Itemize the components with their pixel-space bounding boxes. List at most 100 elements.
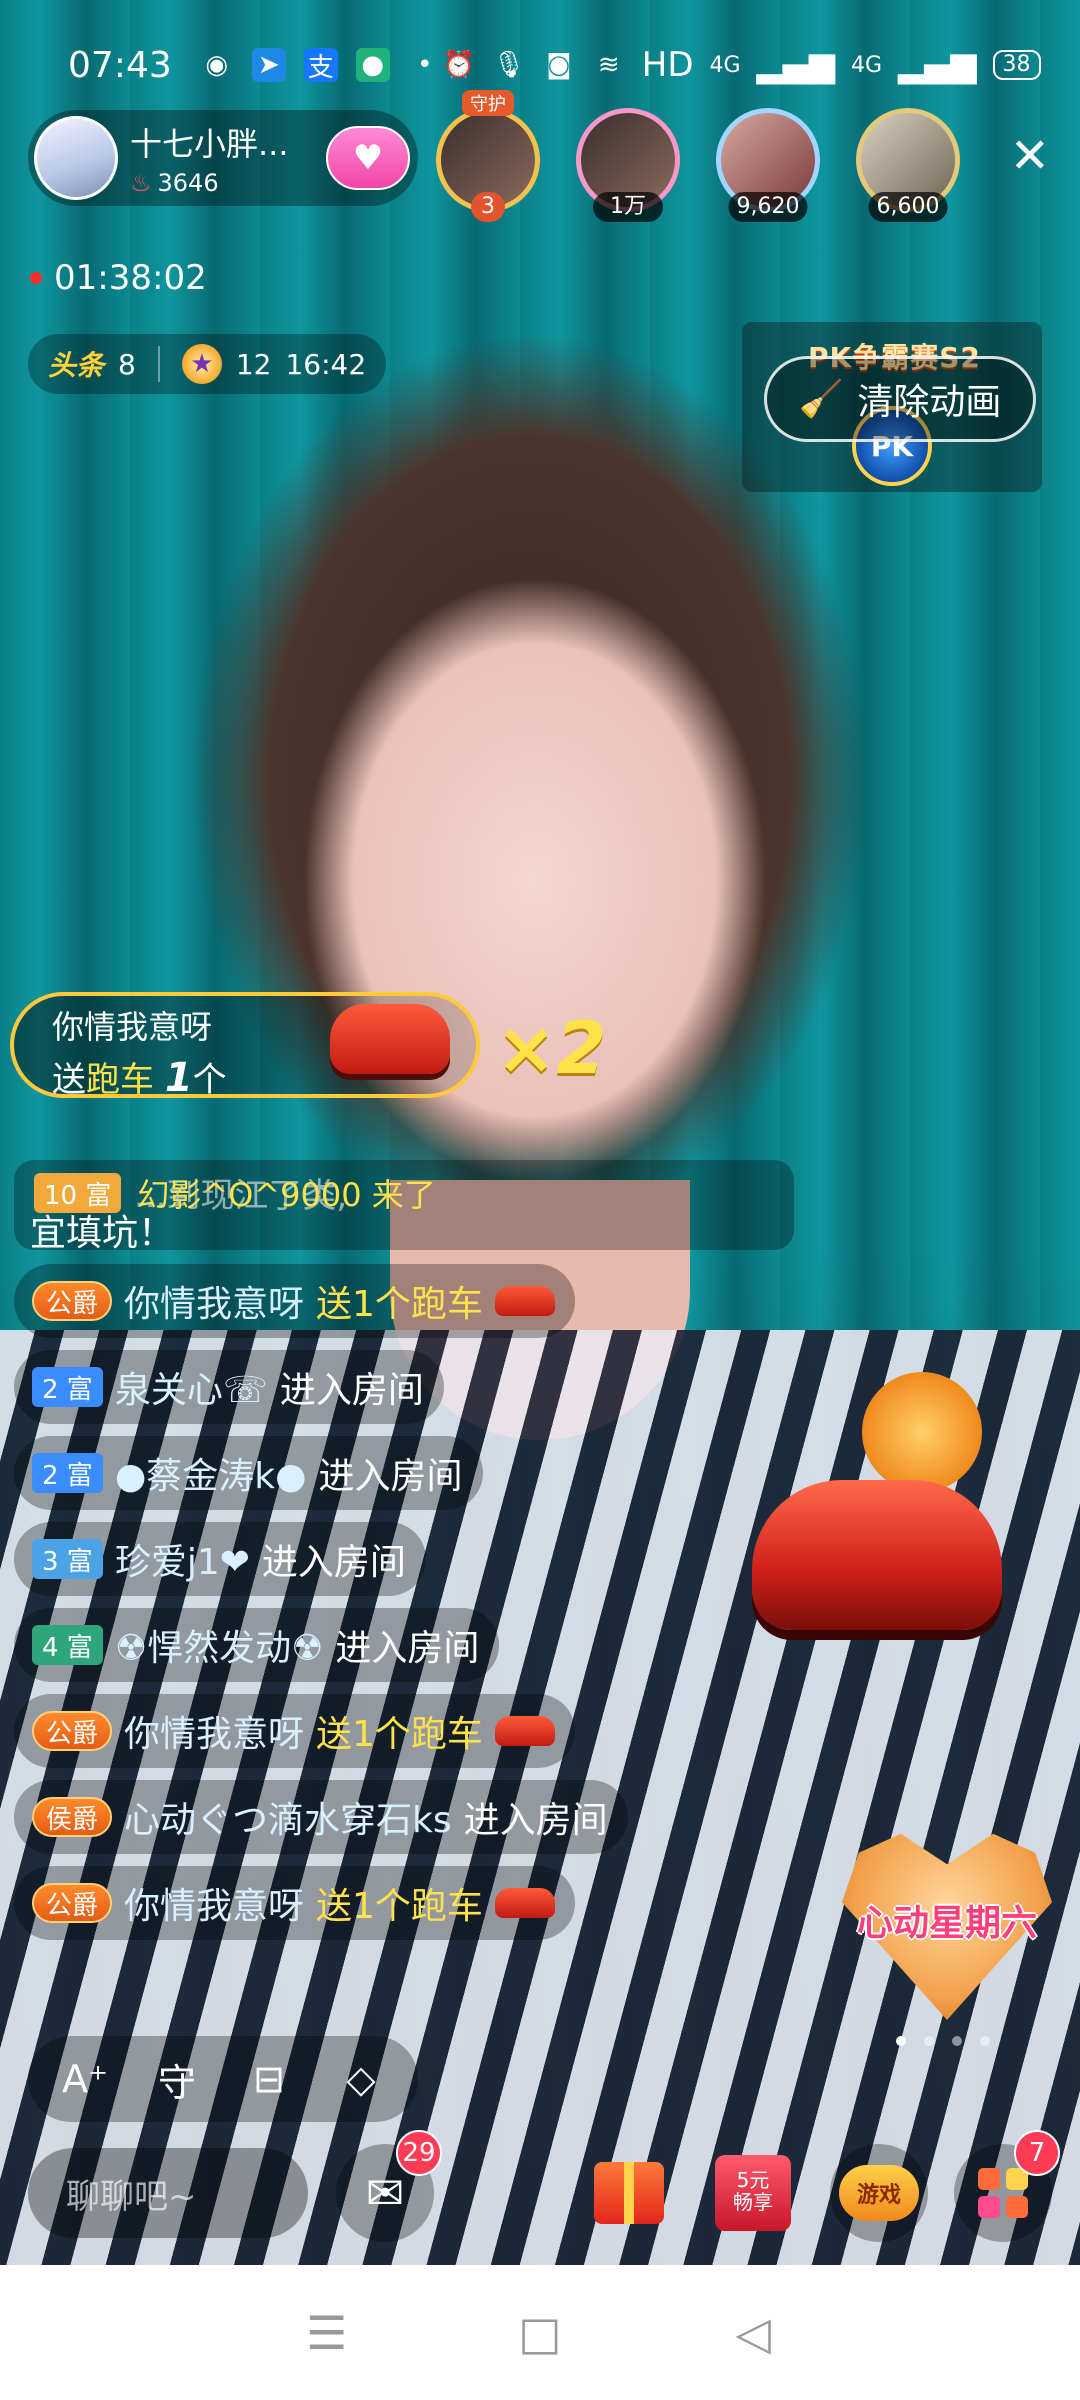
sports-car-icon xyxy=(494,1286,555,1316)
toutiao-label: 头条 xyxy=(48,349,105,382)
apps-grid-icon xyxy=(978,2168,1028,2218)
fan-badge: 1万 xyxy=(593,192,663,222)
level-badge: 2 富 xyxy=(32,1367,103,1407)
message-count-badge: 29 xyxy=(396,2130,442,2176)
message-button[interactable]: ✉ 29 xyxy=(336,2130,442,2242)
chat-message[interactable]: 侯爵 心动ぐつ滴水穿石ks 进入房间 xyxy=(14,1780,628,1854)
host-name: 十七小胖... xyxy=(130,125,289,163)
battery-indicator: 38 xyxy=(992,50,1041,80)
chat-user[interactable]: ☢悍然发动☢ xyxy=(115,1619,324,1671)
vip-entry-text: 幻影^O^9000 来了 xyxy=(137,1176,436,1214)
back-icon[interactable]: ◁ xyxy=(723,2303,783,2363)
alipay-icon: 支 xyxy=(303,48,338,83)
close-icon[interactable]: ✕ xyxy=(1010,132,1050,180)
mic-icon: 🎙 xyxy=(492,50,526,80)
home-icon[interactable]: □ xyxy=(510,2303,570,2363)
chat-bubble-icon: ● xyxy=(355,48,390,82)
chat-text: 进入房间 xyxy=(335,1628,480,1669)
chat-input[interactable]: 聊聊吧~ xyxy=(28,2148,308,2238)
gift-button[interactable] xyxy=(580,2144,678,2242)
status-right-icons: ⏰ 🎙 ◙ ≋ HD 4G ▂▄▆ 4G ▂▄▆ 38 xyxy=(442,45,1041,85)
heart-icon: ♥ xyxy=(352,138,384,178)
live-duration: 01:38:02 xyxy=(54,258,207,298)
gift-unit: 个 xyxy=(192,1060,227,1100)
deal-button[interactable]: 5元 畅享 xyxy=(704,2144,802,2242)
chat-user[interactable]: 心动ぐつ滴水穿石ks xyxy=(124,1791,452,1843)
tag-icon[interactable]: ◇ xyxy=(334,2052,388,2106)
chat-message[interactable]: 公爵 你情我意呀 送1个跑车 xyxy=(14,1866,575,1940)
stats-pill[interactable]: 头条 8 ★ 12 16:42 xyxy=(28,334,387,394)
guard-crown-label: 守护 xyxy=(462,90,514,116)
host-heat: ♨ 3646 xyxy=(130,169,289,197)
chat-list[interactable]: ...到现江了类, 宜填坑！ 10 富 幻影^O^9000 来了 公爵 你情我意… xyxy=(14,1160,804,1952)
pager-dot xyxy=(924,2036,934,2046)
chat-message[interactable]: 公爵 你情我意呀 送1个跑车 xyxy=(14,1694,575,1768)
live-dot-icon xyxy=(30,272,42,284)
network-label: HD xyxy=(641,45,694,85)
top-fan-1[interactable]: 守护 3 xyxy=(436,90,540,222)
top-fan-3[interactable]: 9,620 xyxy=(716,108,820,222)
noble-badge: 公爵 xyxy=(32,1281,113,1321)
toutiao-count: 8 xyxy=(118,347,136,381)
lucky-mascot-icon[interactable] xyxy=(862,1372,982,1492)
deal-tag-icon: 5元 畅享 xyxy=(715,2155,791,2231)
live-timer: 01:38:02 xyxy=(30,258,207,298)
chat-message[interactable]: 4 富 ☢悍然发动☢ 进入房间 xyxy=(14,1608,500,1682)
gift-combo: ×2 xyxy=(496,1006,607,1090)
fan-badge: 9,620 xyxy=(728,192,808,222)
pager-dot xyxy=(980,2036,990,2046)
deal-text-1: 5元 xyxy=(736,2168,770,2192)
star-icon: ★ xyxy=(181,344,222,384)
chat-text: 进入房间 xyxy=(279,1370,424,1411)
signal-2: 4G xyxy=(851,52,883,78)
chat-text: 进入房间 xyxy=(261,1542,406,1583)
status-time: 07:43 xyxy=(68,44,172,86)
game-button[interactable]: 游戏 xyxy=(830,2144,928,2242)
vip-entry: 10 富 幻影^O^9000 来了 xyxy=(34,1168,436,1218)
guard-icon[interactable]: 守 xyxy=(150,2052,204,2106)
host-avatar[interactable] xyxy=(34,116,118,200)
flame-icon: ♨ xyxy=(130,169,152,197)
level-badge: 10 富 xyxy=(34,1173,122,1213)
fan-club-icon[interactable]: ⊟ xyxy=(242,2052,296,2106)
chat-user[interactable]: 你情我意呀 xyxy=(124,1705,304,1757)
chat-message[interactable]: 2 富 泉关心☏ 进入房间 xyxy=(14,1350,444,1424)
follow-button[interactable]: ♥ xyxy=(326,126,410,190)
top-fan-2[interactable]: 1万 xyxy=(576,108,680,222)
font-size-icon[interactable]: A⁺ xyxy=(58,2052,112,2106)
top-fan-4[interactable]: 6,600 xyxy=(856,108,960,222)
camera-icon: ◙ xyxy=(546,50,572,80)
level-badge: 3 富 xyxy=(32,1539,103,1579)
chat-user[interactable]: 你情我意呀 xyxy=(124,1877,304,1929)
clear-animation-label: 清除动画 xyxy=(857,382,1002,423)
system-nav-bar: ☰ □ ◁ xyxy=(0,2265,1080,2400)
host-card[interactable]: 十七小胖... ♨ 3646 ♥ xyxy=(28,110,418,206)
noble-badge: 侯爵 xyxy=(32,1797,113,1837)
sports-car-animation xyxy=(752,1480,1002,1630)
more-count-badge: 7 xyxy=(1014,2130,1060,2176)
more-button[interactable]: 7 xyxy=(954,2130,1060,2242)
chat-message[interactable]: 公爵 你情我意呀 送1个跑车 xyxy=(14,1264,575,1338)
level-badge: 4 富 xyxy=(32,1625,103,1665)
signal-bars-1-icon: ▂▄▆ xyxy=(756,45,835,85)
quick-tools: A⁺ 守 ⊟ ◇ xyxy=(28,2036,418,2122)
sports-car-icon xyxy=(330,1004,450,1074)
chat-user[interactable]: 你情我意呀 xyxy=(124,1275,304,1327)
clear-animation-button[interactable]: 🧹 清除动画 xyxy=(764,356,1036,442)
chat-user[interactable]: 珍爱j1❤ xyxy=(115,1533,250,1585)
chat-user[interactable]: ●蔡金涛k● xyxy=(115,1447,307,1499)
chat-user[interactable]: 泉关心☏ xyxy=(115,1361,268,1413)
event-banner[interactable]: 心动星期六 xyxy=(842,1830,1052,2020)
star-level: 12 xyxy=(235,347,272,381)
chat-text: 送1个跑车 xyxy=(316,1886,483,1927)
level-badge: 2 富 xyxy=(32,1453,103,1493)
chat-message[interactable]: 3 富 珍爱j1❤ 进入房间 xyxy=(14,1522,426,1596)
host-info: 十七小胖... ♨ 3646 xyxy=(130,119,289,197)
chat-message[interactable]: 2 富 ●蔡金涛k● 进入房间 xyxy=(14,1436,483,1510)
noble-badge: 公爵 xyxy=(32,1883,113,1923)
event-label: 心动星期六 xyxy=(856,1903,1037,1944)
menu-icon[interactable]: ☰ xyxy=(297,2303,357,2363)
paper-plane-icon: ➤ xyxy=(251,48,286,82)
broom-icon: 🧹 xyxy=(798,379,844,420)
fan-badge: 3 xyxy=(471,192,505,222)
